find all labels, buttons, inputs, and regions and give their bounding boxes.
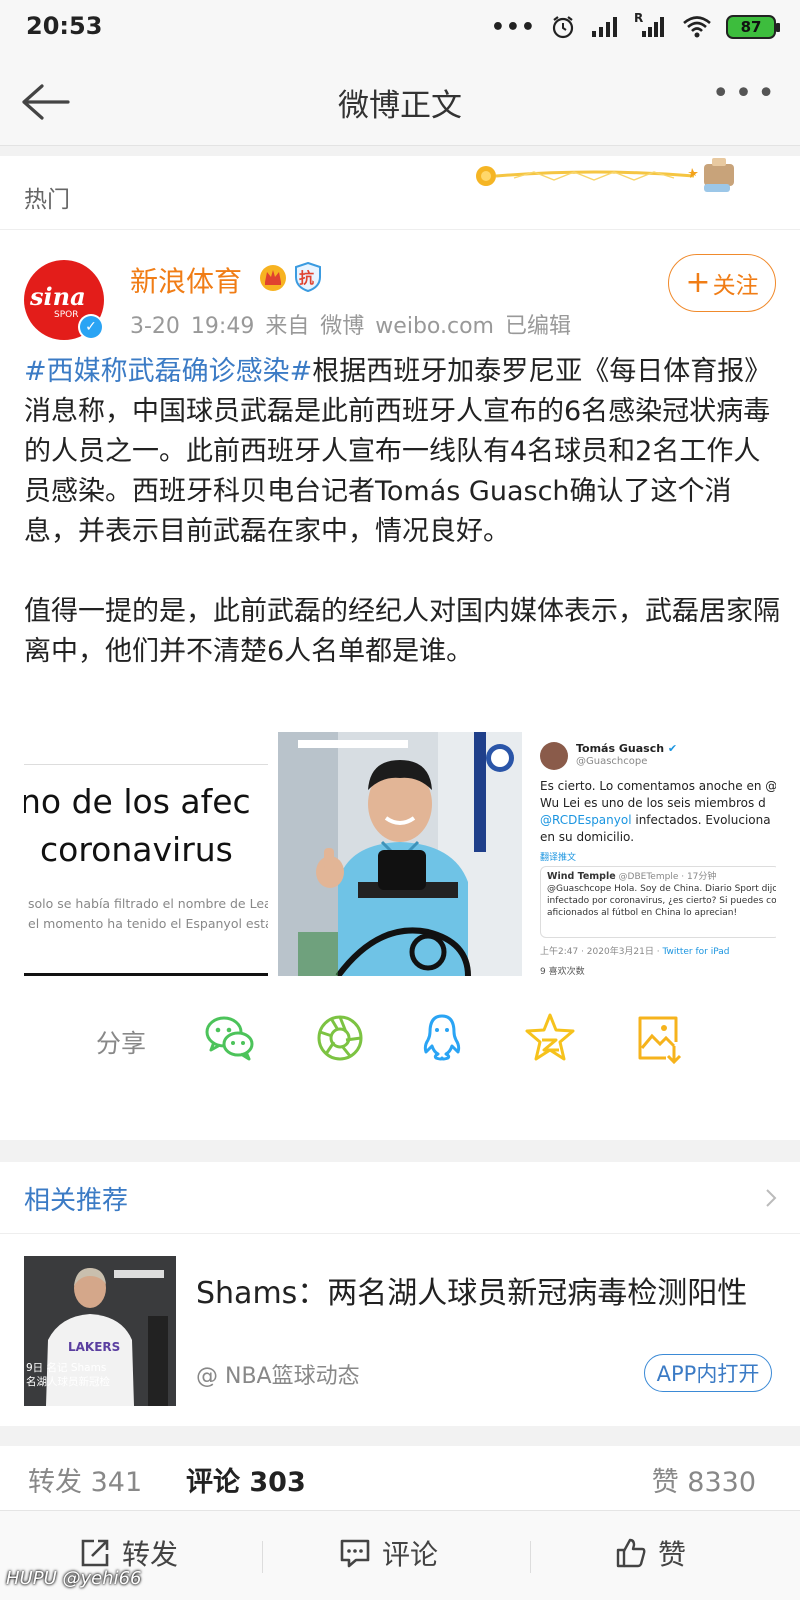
post-image-2[interactable] (278, 732, 522, 976)
thumbs-up-icon (616, 1538, 646, 1568)
wifi-icon (683, 16, 711, 38)
image1-small-text: solo se había filtrado el nombre de Lea … (28, 894, 268, 934)
tweet-time-text: 上午2:47 · 2020年3月21日 · (540, 947, 663, 957)
related-recommendations: 相关推荐 LAKERS 9日 名记 Shams 名湖人球员新冠检 Shams：两… (0, 1162, 800, 1426)
post-paragraph-2: 值得一提的是，此前武磊的经纪人对国内媒体表示，武磊居家隔离中，他们并不清楚6人名… (24, 596, 780, 667)
rec-headline[interactable]: Shams：两名湖人球员新冠病毒检测阳性 (196, 1274, 756, 1314)
verified-badge-icon: ✓ (78, 314, 104, 340)
divider (530, 1541, 531, 1573)
crown-badge-icon (260, 265, 286, 291)
status-time: 20:53 (26, 12, 103, 40)
anti-epidemic-badge: 抗 (294, 262, 322, 292)
chevron-right-icon (766, 1189, 777, 1207)
player-photo-icon (278, 732, 522, 976)
tweet-body: Es cierto. Lo comentamos anoche en @ Wu … (540, 778, 776, 846)
tweet-line-2: Wu Lei es uno de los seis miembros d (540, 796, 766, 810)
quote-line-3: aficionados al fútbol en China lo apreci… (547, 908, 738, 918)
tab-like[interactable]: 赞 8330 (652, 1460, 756, 1499)
tweet-avatar (540, 742, 568, 770)
thumbnail-caption-2: 名湖人球员新冠检 (26, 1376, 110, 1388)
thumbnail-caption-1: 9日 名记 Shams (26, 1362, 107, 1374)
follow-button[interactable]: + 关注 (668, 254, 776, 312)
share-label: 分享 (96, 1029, 147, 1058)
repost-icon (81, 1539, 109, 1567)
quote-author: Wind Temple (547, 871, 616, 882)
like-label: 赞 (658, 1538, 687, 1571)
tweet-handle: @Guaschcope (576, 756, 648, 767)
qzone-icon[interactable] (522, 1010, 578, 1066)
quote-handle: @DBETemple · 17分钟 (618, 872, 717, 882)
tweet-line-4: en su domicilio. (540, 830, 635, 844)
status-bar: 20:53 ••• R 87 (0, 0, 800, 58)
tweet-line-1: Es cierto. Lo comentamos anoche en @ (540, 779, 776, 793)
tweet-mention: @RCDEspanyol (540, 813, 632, 827)
image1-headline-1: no de los afec (24, 782, 251, 821)
post-card: 热门 sina SPOR ✓ 新浪体育 抗 3-20 19:49 来自 微博 w… (0, 156, 800, 1140)
post-image-3[interactable]: Tomás Guasch ✔ @Guaschcope Es cierto. Lo… (532, 732, 776, 976)
roaming-signal-icon: R (634, 11, 668, 39)
comment-button[interactable]: 评论 (338, 1533, 438, 1573)
topic-link[interactable]: #西媒称武磊确诊感染# (24, 356, 312, 387)
rec-thumbnail[interactable]: LAKERS 9日 名记 Shams 名湖人球员新冠检 (24, 1256, 176, 1406)
tweet-likes: 9 喜欢次数 (540, 967, 585, 976)
hot-section: 热门 (0, 156, 800, 230)
moments-icon[interactable] (312, 1010, 368, 1066)
tweet-author-name: Tomás Guasch (576, 742, 665, 755)
save-image-icon[interactable] (630, 1010, 686, 1066)
qq-icon[interactable] (414, 1010, 470, 1066)
wechat-icon[interactable] (202, 1010, 258, 1066)
post-image-1[interactable]: no de los afec coronavirus solo se había… (24, 732, 268, 976)
comet-decoration-icon (476, 158, 734, 192)
image1-small-1: solo se había filtrado el nombre de Lea (28, 896, 268, 911)
tweet-line-3: infectados. Evoluciona (631, 813, 771, 827)
image1-headline-2: coronavirus (40, 830, 233, 869)
follow-label: 关注 (712, 273, 759, 299)
notification-dots-icon: ••• (490, 14, 536, 40)
plus-icon: + (685, 265, 711, 300)
post-body: #西媒称武磊确诊感染#根据西班牙加泰罗尼亚《每日体育报》消息称，中国球员武磊是此… (24, 352, 784, 672)
signal-icon (592, 17, 617, 37)
watermark: HUPU @yehi66 (6, 1568, 142, 1589)
like-button[interactable]: 赞 (614, 1533, 686, 1573)
quote-line-1: @Guaschcope Hola. Soy de China. Diario S… (547, 884, 776, 894)
comment-label: 评论 (382, 1538, 439, 1571)
tab-repost[interactable]: 转发 341 (28, 1460, 142, 1499)
tweet-quote: Wind Temple @DBETemple · 17分钟 @Guaschcop… (540, 866, 776, 938)
username[interactable]: 新浪体育 (130, 260, 242, 300)
page-title: 微博正文 (338, 88, 462, 124)
thumbnail-jersey-text: LAKERS (68, 1340, 121, 1354)
badge-text: 抗 (299, 269, 315, 287)
tweet-translate: 翻译推文 (540, 853, 577, 863)
open-in-app-button[interactable]: APP内打开 (644, 1354, 772, 1392)
nav-bar: 微博正文 ••• (0, 58, 800, 146)
battery-icon: 87 (726, 15, 780, 39)
tab-comment[interactable]: 评论 303 (186, 1460, 306, 1499)
divider (262, 1541, 263, 1573)
divider (24, 764, 268, 765)
post-images: no de los afec coronavirus solo se había… (24, 732, 776, 976)
repost-button[interactable]: 转发 (78, 1533, 178, 1573)
status-icons: ••• R 87 (490, 11, 780, 40)
hot-label: 热门 (24, 187, 70, 213)
more-options-icon[interactable]: ••• (712, 76, 780, 111)
alarm-icon (552, 16, 574, 39)
share-bar: 分享 (0, 1002, 800, 1082)
tweet-time: 上午2:47 · 2020年3月21日 · Twitter for iPad (540, 944, 729, 957)
rec-source: @ NBA篮球动态 (196, 1364, 360, 1389)
rec-header[interactable]: 相关推荐 (0, 1162, 800, 1234)
tweet-author: Tomás Guasch ✔ (576, 742, 677, 755)
tweet-client: Twitter for iPad (662, 947, 730, 957)
quote-line-2: infectado por coronavirus, ¿es cierto? S… (547, 896, 776, 906)
tweet-verified-icon: ✔ (667, 742, 678, 755)
comment-icon (340, 1539, 370, 1568)
avatar-logo-text: sina (30, 282, 86, 311)
image1-small-2: el momento ha tenido el Espanyol estár (28, 916, 268, 931)
stats-tabs: 转发 341 评论 303 赞 8330 (0, 1446, 800, 1510)
post-meta: 3-20 19:49 来自 微博 weibo.com 已编辑 (130, 314, 571, 339)
rec-title: 相关推荐 (24, 1186, 129, 1216)
repost-label: 转发 (122, 1538, 179, 1571)
avatar-logo-sub: SPOR (54, 310, 79, 320)
